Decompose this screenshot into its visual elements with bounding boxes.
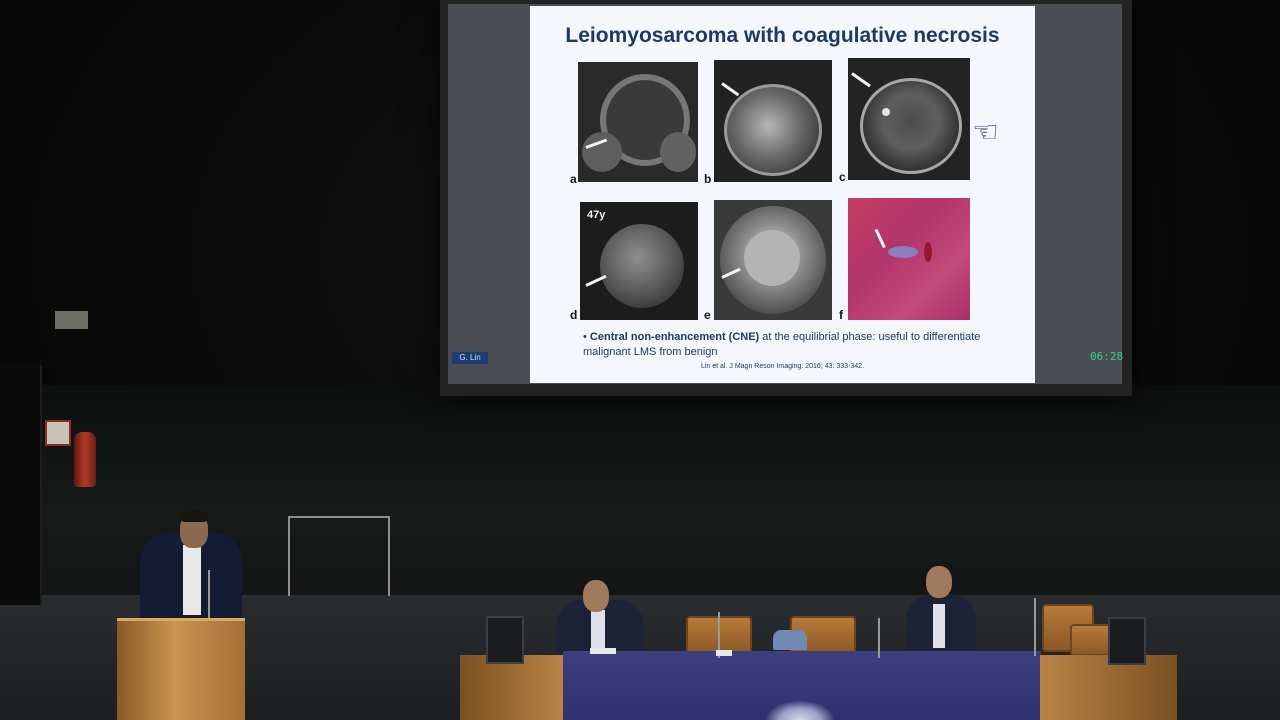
table-bag [773, 630, 807, 650]
table-papers [590, 648, 616, 654]
table-microphone [1034, 598, 1036, 656]
patient-age-label: 47y [587, 209, 606, 221]
slide-title: Leiomyosarcoma with coagulative necrosis [565, 24, 1000, 47]
slide-bullet-point: • Central non-enhancement (CNE) at the e… [583, 331, 981, 358]
histology-panel-f [848, 198, 970, 320]
table-papers [716, 650, 732, 656]
presentation-slide: Leiomyosarcoma with coagulative necrosis… [530, 6, 1035, 383]
table-microphone [878, 618, 880, 658]
panel-letter-a: a [570, 172, 577, 186]
slide-citation: Lin et al. J Magn Reson Imaging. 2016; 4… [700, 363, 865, 370]
fire-safety-sign [45, 420, 71, 446]
podium-microphone [208, 570, 210, 618]
panel-letter-e: e [704, 308, 711, 322]
society-logo [765, 700, 835, 720]
wall-frame [288, 516, 390, 596]
mri-panel-e [714, 200, 832, 320]
panel-table-left-wood [460, 655, 564, 720]
speaker-shirt [183, 545, 201, 615]
panel-letter-b: b [704, 172, 712, 186]
mri-panel-c [848, 58, 970, 180]
lectern [117, 618, 245, 720]
mri-panel-b [714, 60, 832, 182]
fire-extinguisher [74, 432, 96, 487]
bullet-bold-term: Central non-enhancement (CNE) [589, 331, 760, 343]
panel-letter-c: c [839, 170, 846, 184]
panelist-right-shirt [933, 604, 945, 648]
mri-panel-a [578, 62, 698, 182]
panelist-left-shirt [591, 610, 605, 650]
table-monitor-right [1108, 617, 1146, 665]
panel-letter-f: f [839, 308, 843, 322]
conference-stage: G. Lin 06:28 Leiomyosarcoma with coagula… [0, 0, 1280, 720]
panelist-left-head [583, 580, 609, 612]
table-monitor-left [486, 616, 524, 664]
panelist-right-head [926, 566, 952, 598]
pointing-hand-icon: ☜ [972, 115, 999, 150]
wall-sign [55, 311, 88, 329]
panel-letter-d: d [570, 308, 578, 322]
speaker-hair [180, 510, 208, 522]
side-door [0, 365, 42, 605]
presentation-timer: 06:28 [1090, 350, 1124, 363]
speaker-name-tag: G. Lin [452, 352, 488, 364]
